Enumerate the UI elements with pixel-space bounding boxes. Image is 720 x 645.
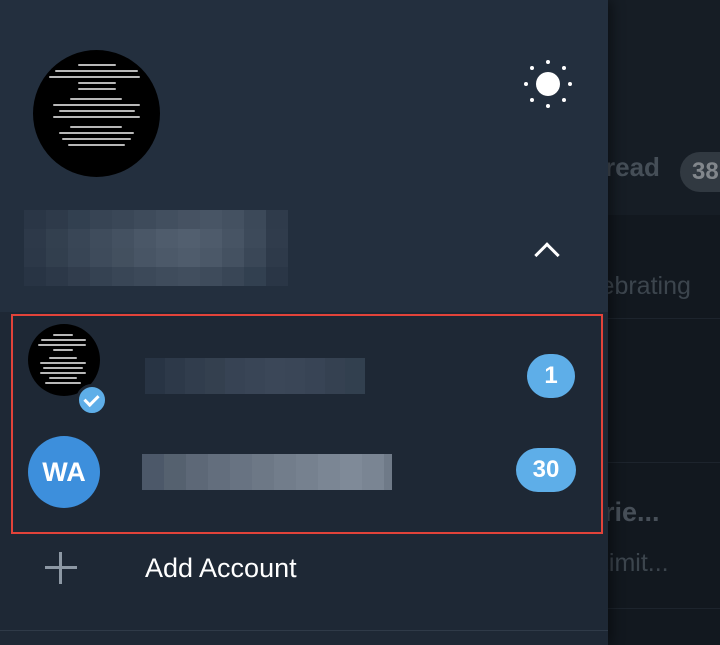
drawer-header (0, 0, 608, 312)
add-account-button[interactable]: Add Account (0, 536, 608, 600)
plus-icon (45, 552, 77, 584)
navigation-drawer: 1 WA 30 Add Account (0, 0, 608, 645)
account-name-redacted (24, 210, 292, 286)
add-account-label: Add Account (145, 553, 297, 583)
chevron-up-icon (534, 242, 560, 268)
drawer-divider (0, 630, 608, 631)
avatar-image-content (49, 64, 144, 150)
collapse-accounts-button[interactable] (530, 232, 570, 268)
current-account-avatar[interactable] (33, 50, 160, 177)
theme-toggle-button[interactable] (522, 58, 574, 110)
accounts-highlight-box (11, 314, 603, 534)
